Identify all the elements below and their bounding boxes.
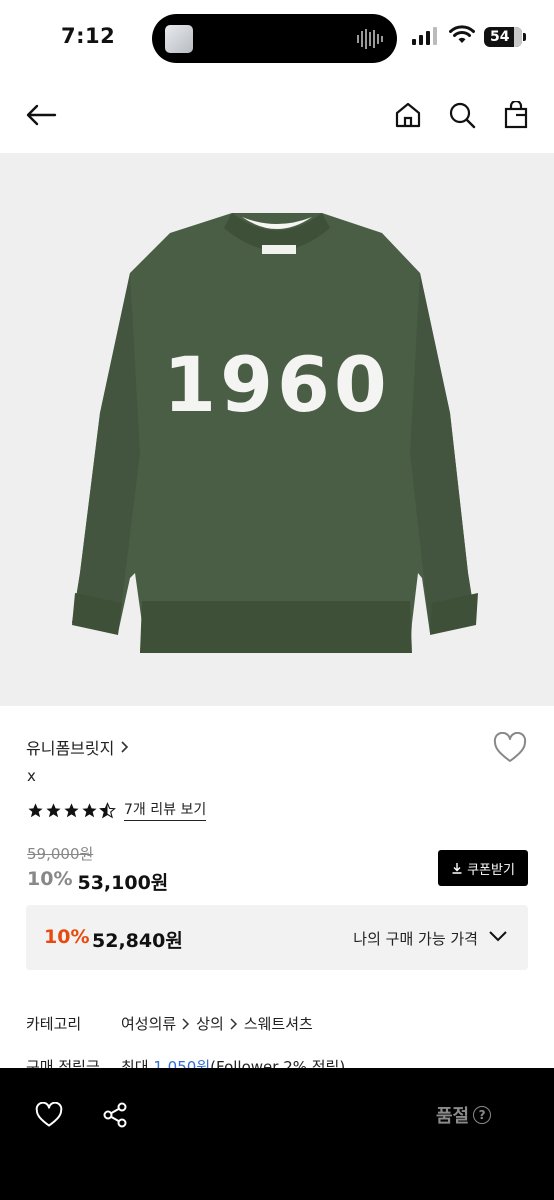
status-time: 7:12 (61, 24, 116, 48)
shopping-bag-icon (504, 101, 528, 129)
battery-empty-region (514, 27, 522, 47)
brand-name: 유니폼브릿지 (26, 739, 115, 758)
sold-out-status[interactable]: 품절 ? (436, 1102, 492, 1128)
status-bar: 7:12 54 (0, 0, 554, 76)
share-icon (103, 1102, 127, 1128)
half-star-icon (99, 801, 116, 818)
review-link[interactable]: 7개 리뷰 보기 (124, 799, 207, 821)
home-icon (395, 102, 421, 128)
search-icon (449, 102, 476, 129)
coupon-button-label: 쿠폰받기 (467, 862, 515, 878)
category-level-3[interactable]: 스웨트셔츠 (244, 1013, 313, 1034)
category-row: 카테고리 여성의류 상의 스웨트셔츠 (26, 1013, 313, 1034)
back-button[interactable] (24, 98, 58, 132)
download-icon (452, 863, 462, 874)
cart-button[interactable] (499, 98, 533, 132)
heart-icon (35, 1102, 63, 1127)
sale-price: 53,100원 (77, 872, 169, 894)
chevron-right-icon (121, 741, 129, 753)
product-image[interactable]: 1960 (0, 153, 554, 706)
category-breadcrumb: 여성의류 상의 스웨트셔츠 (121, 1013, 313, 1034)
star-icon (82, 802, 97, 817)
category-level-1[interactable]: 여성의류 (121, 1013, 176, 1034)
chevron-right-icon (182, 1017, 190, 1030)
brand-link[interactable]: 유니폼브릿지 (26, 735, 130, 759)
share-button[interactable] (98, 1098, 132, 1132)
sale-price-row: 10% 53,100원 (27, 868, 168, 895)
now-playing-thumbnail (165, 25, 193, 53)
category-label: 카테고리 (26, 1015, 82, 1033)
original-price: 59,000원 (27, 845, 94, 863)
sweatshirt-illustration: 1960 (72, 213, 478, 653)
star-icon (46, 802, 61, 817)
star-rating (27, 801, 116, 819)
search-button[interactable] (445, 98, 479, 132)
graphic-print: 1960 (163, 340, 391, 429)
my-price-panel[interactable]: 10% 52,840원 나의 구매 가능 가격 (26, 905, 528, 970)
chevron-down-icon (489, 931, 507, 942)
my-price-amount: 52,840원 (92, 930, 183, 952)
top-nav (0, 88, 554, 144)
my-discount-rate: 10% (44, 926, 90, 948)
battery-indicator: 54 (484, 27, 526, 47)
cellular-signal-icon (412, 27, 437, 45)
star-icon (64, 802, 79, 817)
wishlist-button[interactable] (493, 731, 527, 764)
audio-wave-icon (357, 29, 383, 49)
bottom-wishlist-button[interactable] (32, 1098, 66, 1132)
coupon-button[interactable]: 쿠폰받기 (438, 850, 528, 886)
category-level-2[interactable]: 상의 (196, 1013, 224, 1034)
battery-level: 54 (490, 29, 510, 45)
help-icon: ? (473, 1106, 492, 1124)
dynamic-island[interactable] (152, 14, 397, 63)
product-name: x (27, 767, 36, 785)
home-button[interactable] (391, 98, 425, 132)
my-price-label: 나의 구매 가능 가격 (353, 930, 478, 948)
sold-out-label: 품절 (436, 1106, 470, 1127)
chevron-right-icon (230, 1017, 237, 1030)
rating-row: 7개 리뷰 보기 (27, 799, 207, 821)
wifi-icon (449, 25, 475, 43)
discount-rate: 10% (27, 868, 73, 890)
bottom-action-bar: 품절 ? (0, 1068, 554, 1200)
arrow-left-icon (26, 104, 57, 126)
star-icon (28, 802, 43, 817)
heart-icon (493, 731, 527, 762)
